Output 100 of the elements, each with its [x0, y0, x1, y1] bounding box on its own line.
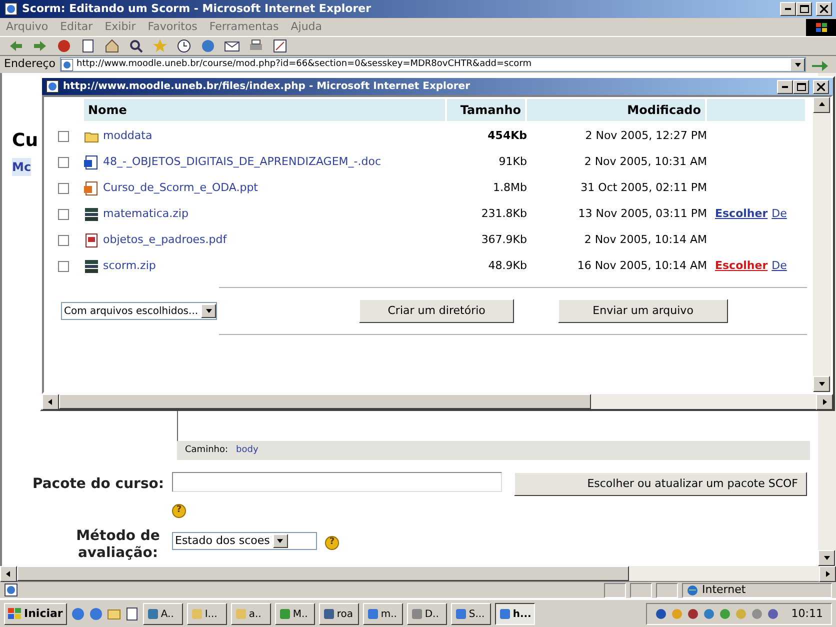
scroll-up-button[interactable]: [813, 97, 830, 113]
file-size: 1.8Mb: [492, 180, 527, 196]
modified-date: 2 Nov 2005, 12:27 PM: [584, 128, 707, 144]
page-heading: Cu: [12, 129, 38, 153]
minimize-button[interactable]: [777, 80, 793, 94]
taskbar-button[interactable]: S...: [450, 603, 491, 625]
page-icon[interactable]: [80, 38, 96, 54]
globe-icon[interactable]: [70, 607, 85, 621]
close-icon: [820, 5, 828, 13]
taskbar-button[interactable]: a..: [230, 603, 271, 625]
taskbar-button[interactable]: A..: [142, 603, 183, 625]
home-icon[interactable]: [104, 38, 120, 54]
scroll-right-button[interactable]: [816, 394, 833, 410]
scroll-left-button[interactable]: [42, 394, 59, 410]
close-button[interactable]: [816, 2, 832, 16]
row-checkbox[interactable]: [58, 130, 69, 142]
document-icon: [84, 154, 99, 170]
help-icon[interactable]: ?: [172, 504, 186, 518]
scroll-thumb[interactable]: [59, 394, 591, 409]
nav-link[interactable]: Mc: [12, 158, 32, 176]
file-link[interactable]: 48_-_OBJETOS_DIGITAIS_DE_APRENDIZAGEM_-.doc: [103, 154, 381, 170]
modified-date: 2 Nov 2005, 10:14 AM: [583, 232, 707, 248]
bulk-action-select[interactable]: Com arquivos escolhidos...: [61, 302, 218, 320]
file-link[interactable]: objetos_e_padroes.pdf: [103, 232, 227, 248]
archive-icon: [84, 206, 99, 222]
maximize-button[interactable]: [796, 2, 812, 16]
clock: 10:11: [791, 606, 823, 622]
path-label: Caminho:: [185, 444, 228, 457]
tray-icon[interactable]: [687, 608, 700, 620]
tray-icon[interactable]: [767, 608, 780, 620]
taskbar-button[interactable]: h...: [494, 603, 535, 625]
app-icon: [278, 608, 291, 620]
file-link[interactable]: matematica.zip: [103, 206, 188, 222]
row-checkbox[interactable]: [58, 260, 69, 272]
action-link[interactable]: Escolher: [715, 258, 768, 274]
app-icon: [498, 608, 511, 620]
app-icon: [234, 608, 247, 620]
action-link[interactable]: De: [772, 206, 787, 222]
stop-icon[interactable]: [56, 38, 72, 54]
globe-icon[interactable]: [200, 38, 216, 54]
column-header: Tamanho: [447, 99, 525, 121]
create-folder-button[interactable]: Criar um diretório: [359, 299, 514, 323]
left-arrow-icon[interactable]: [8, 38, 24, 54]
action-link[interactable]: Escolher: [715, 206, 768, 222]
edit-icon[interactable]: [272, 38, 288, 54]
file-size: 91Kb: [498, 154, 527, 170]
column-header: Nome: [84, 99, 445, 121]
file-link[interactable]: moddata: [103, 128, 152, 144]
row-checkbox[interactable]: [58, 234, 69, 246]
row-checkbox[interactable]: [58, 156, 69, 168]
start-button[interactable]: Iniciar: [4, 603, 67, 625]
help-icon[interactable]: ?: [325, 536, 339, 550]
windows-logo-icon: [8, 608, 22, 620]
choose-package-button[interactable]: Escolher ou atualizar um pacote SCOF: [514, 472, 807, 496]
maximize-button[interactable]: [793, 80, 809, 94]
app-icon: [322, 608, 335, 620]
upload-file-button[interactable]: Enviar um arquivo: [558, 299, 728, 323]
app-icon: [454, 608, 467, 620]
right-arrow-icon[interactable]: [32, 38, 48, 54]
taskbar-button[interactable]: D..: [406, 603, 447, 625]
action-link[interactable]: De: [772, 258, 787, 274]
row-checkbox[interactable]: [58, 182, 69, 194]
scroll-left-button[interactable]: [0, 566, 17, 582]
path-link[interactable]: body: [236, 444, 258, 458]
taskbar-button[interactable]: roa: [318, 603, 359, 625]
pdf-icon: [84, 232, 99, 248]
search-icon[interactable]: [128, 38, 144, 54]
taskbar-button[interactable]: I...: [186, 603, 227, 625]
file-size: 367.9Kb: [480, 232, 527, 248]
scroll-down-button[interactable]: [818, 550, 835, 566]
app-icon: [146, 608, 159, 620]
close-button[interactable]: [813, 80, 829, 94]
windows-logo-icon: [806, 18, 836, 36]
document-icon[interactable]: [124, 607, 139, 621]
address-label: Endereço: [4, 56, 56, 72]
modified-date: 31 Oct 2005, 02:11 PM: [580, 180, 707, 196]
taskbar-button[interactable]: m..: [362, 603, 403, 625]
scroll-down-button[interactable]: [813, 376, 830, 392]
archive-icon: [84, 258, 99, 274]
scroll-right-button[interactable]: [819, 566, 836, 582]
star-icon[interactable]: [152, 38, 168, 54]
field-label: Método de avaliação:: [75, 528, 161, 562]
tray-icon[interactable]: [703, 608, 716, 620]
file-link[interactable]: Curso_de_Scorm_e_ODA.ppt: [103, 180, 258, 196]
taskbar-button[interactable]: M..: [274, 603, 315, 625]
scroll-thumb[interactable]: [17, 566, 629, 581]
close-icon: [817, 82, 825, 90]
field-label: Pacote do curso:: [31, 475, 165, 494]
file-size: 454Kb: [486, 128, 527, 144]
maximize-icon: [796, 82, 806, 90]
file-path-field[interactable]: [172, 472, 502, 492]
minimize-button[interactable]: [780, 2, 796, 16]
minimize-icon: [785, 8, 791, 10]
row-checkbox[interactable]: [58, 208, 69, 220]
method-select[interactable]: Estado dos scoes: [172, 532, 317, 550]
tray-icon[interactable]: [655, 608, 668, 620]
clock-icon[interactable]: [176, 38, 192, 54]
globe-icon[interactable]: [88, 607, 103, 621]
file-link[interactable]: scorm.zip: [103, 258, 156, 274]
address-field[interactable]: http://www.moodle.uneb.br/course/mod.php?id=66&section=0&sesskey=MDR8ovCHTR&add=scorm: [60, 57, 806, 72]
